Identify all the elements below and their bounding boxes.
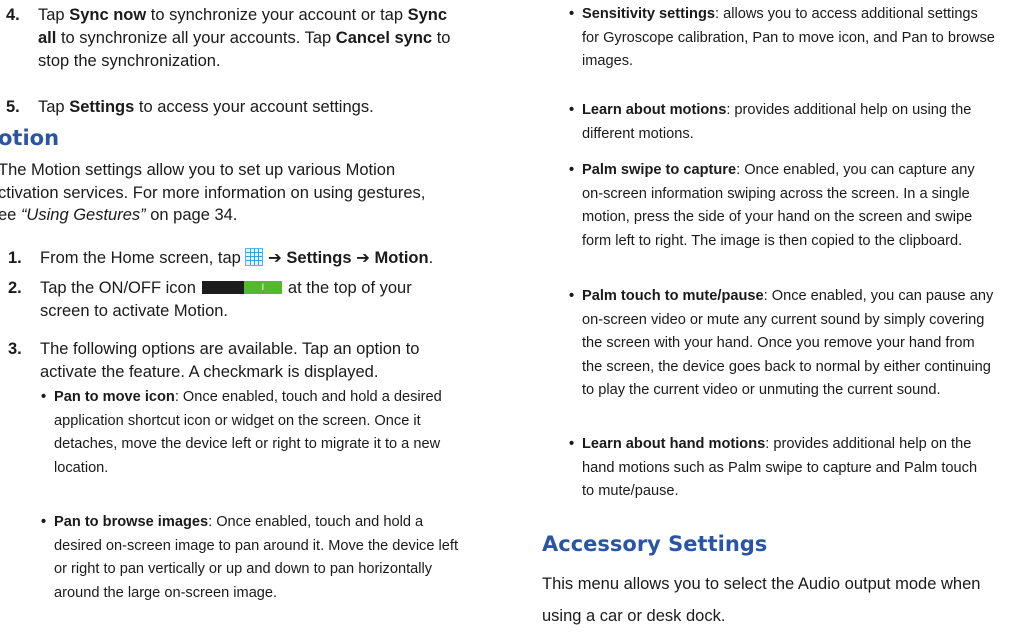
bullet-pan-to-browse-images: • Pan to browse images: Once enabled, to…	[41, 511, 494, 605]
bullet-icon: •	[569, 288, 575, 304]
bullet-pan-to-move-icon: • Pan to move icon: Once enabled, touch …	[41, 386, 494, 480]
section-title-accessory-settings: Accessory Settings	[542, 532, 768, 556]
step-4: 4. Tap Sync now to synchronize your acco…	[6, 6, 451, 70]
step-5: 5. Tap Settings to access your account s…	[6, 96, 498, 119]
step-number: 3.	[8, 340, 22, 358]
section-title-motion: otion	[0, 126, 60, 150]
bullet-icon: •	[41, 389, 47, 405]
step-3: 3. The following options are available. …	[8, 340, 420, 381]
step-2: 2. Tap the ON/OFF icon Iat the top of you…	[8, 279, 412, 320]
bullet-sensitivity-settings: • Sensitivity settings: allows you to ac…	[569, 3, 1012, 74]
accessory-intro: This menu allows you to select the Audio…	[542, 575, 981, 625]
cross-reference-link[interactable]: “Using Gestures”	[21, 206, 146, 224]
bullet-learn-about-hand-motions: • Learn about hand motions: provides add…	[569, 433, 1012, 504]
bullet-icon: •	[569, 6, 575, 22]
bullet-icon: •	[569, 102, 575, 118]
on-off-toggle-icon: I	[201, 281, 282, 294]
step-number: 2.	[8, 279, 22, 297]
bullet-icon: •	[569, 436, 575, 452]
bullet-icon: •	[569, 162, 575, 178]
step-1: 1. From the Home screen, tap ➔ Settings …	[8, 247, 500, 270]
bullet-palm-swipe-to-capture: • Palm swipe to capture: Once enabled, y…	[569, 159, 1012, 253]
step-number: 1.	[8, 249, 22, 267]
bullet-palm-touch-to-mute-pause: • Palm touch to mute/pause: Once enabled…	[569, 285, 1012, 403]
apps-grid-icon	[245, 248, 264, 266]
bullet-icon: •	[41, 514, 47, 530]
bullet-learn-about-motions: • Learn about motions: provides addition…	[569, 99, 1012, 146]
step-number: 5.	[6, 98, 20, 116]
step-number: 4.	[6, 6, 20, 24]
motion-intro: The Motion settings allow you to set up …	[0, 161, 426, 224]
